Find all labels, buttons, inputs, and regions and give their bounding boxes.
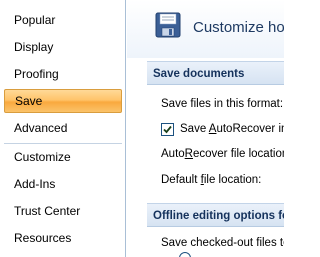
options-content: Customize how Save documents Save files … [127, 0, 284, 257]
section-header-offline-editing: Offline editing options fo [147, 203, 284, 227]
section-header-save-documents: Save documents [147, 61, 284, 85]
autorecover-checkbox[interactable] [161, 123, 174, 136]
page-title: Customize how [193, 19, 284, 36]
sidebar-item-save[interactable]: Save [4, 89, 122, 113]
checked-out-radio[interactable] [179, 252, 191, 257]
sidebar-item-display[interactable]: Display [4, 35, 122, 59]
default-location-label: Default file location: [161, 174, 262, 186]
autorecover-location-label: AutoRecover file location [161, 148, 284, 160]
sidebar-item-advanced[interactable]: Advanced [4, 116, 122, 140]
sidebar-divider [4, 143, 122, 144]
autorecover-checkbox-label[interactable]: Save AutoRecover in [180, 123, 284, 135]
save-format-label: Save files in this format: [161, 98, 284, 110]
options-sidebar: Popular Display Proofing Save Advanced C… [0, 0, 126, 257]
checkmark-icon [163, 125, 172, 134]
sidebar-item-trust-center[interactable]: Trust Center [4, 199, 122, 223]
sidebar-item-proofing[interactable]: Proofing [4, 62, 122, 86]
floppy-disk-icon [155, 12, 181, 38]
sidebar-item-add-ins[interactable]: Add-Ins [4, 172, 122, 196]
sidebar-item-customize[interactable]: Customize [4, 145, 122, 169]
page-header: Customize how [127, 0, 284, 58]
checked-out-files-label: Save checked-out files to [161, 237, 284, 249]
sidebar-item-resources[interactable]: Resources [4, 226, 122, 250]
sidebar-item-popular[interactable]: Popular [4, 8, 122, 32]
